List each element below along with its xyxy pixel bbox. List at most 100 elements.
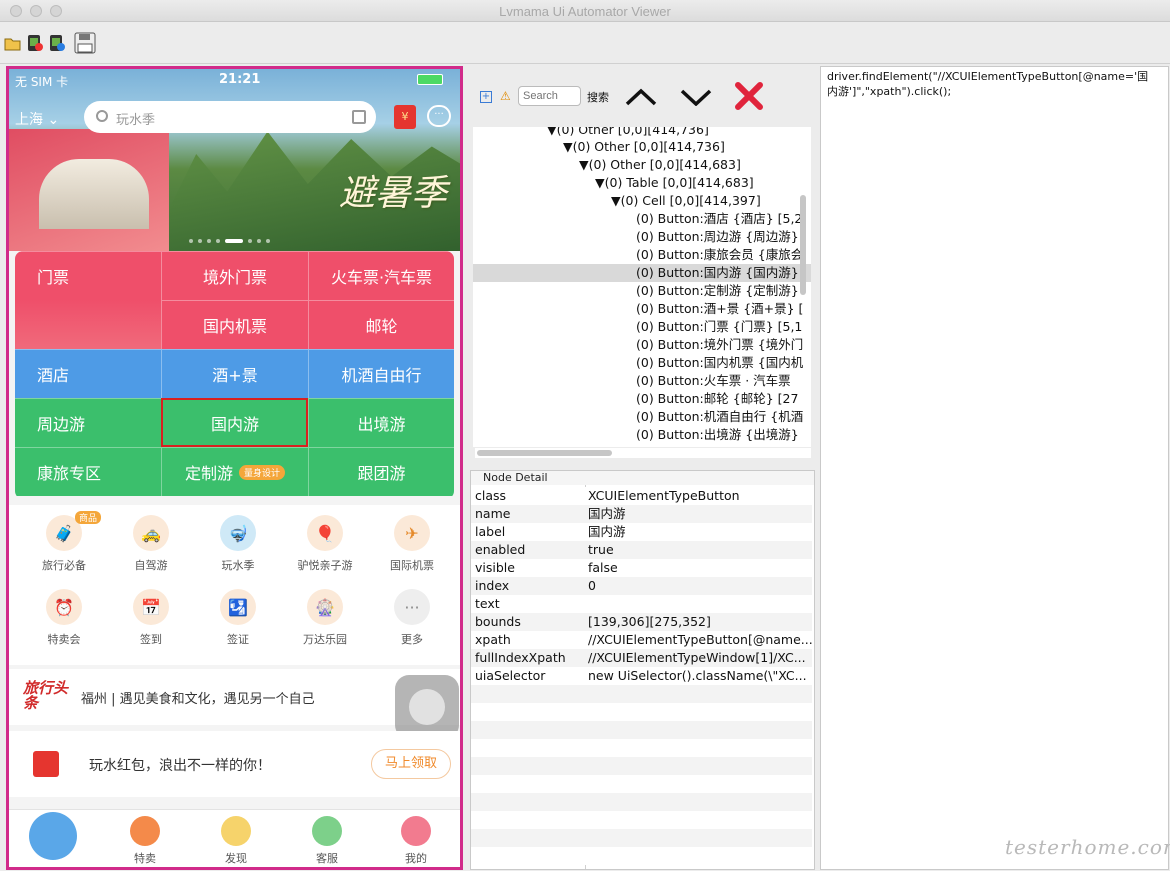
- detail-row[interactable]: [471, 847, 812, 865]
- grid-overseas-ticket[interactable]: 境外门票: [161, 251, 308, 300]
- banner-slogan: 避暑季: [339, 173, 448, 214]
- tree-node-selected[interactable]: (0) Button:国内游 {国内游}: [473, 264, 811, 282]
- tree-horizontal-scrollbar[interactable]: [475, 448, 811, 458]
- node-tree[interactable]: ▼(0) Other [0,0][414,736] ▼(0) Other [0,…: [473, 127, 811, 447]
- detail-row[interactable]: class XCUIElementTypeButton: [471, 487, 812, 505]
- screenshot-icon[interactable]: [26, 34, 44, 52]
- tree-node[interactable]: (0) Button:周边游 {周边游}: [636, 228, 799, 246]
- quick-intl-flight[interactable]: ✈ 国际机票: [372, 515, 452, 573]
- grid-nearby-tour[interactable]: 周边游: [15, 398, 161, 447]
- detail-row[interactable]: [471, 721, 812, 739]
- grid-custom-tour[interactable]: 定制游 量身设计: [161, 447, 308, 496]
- detail-row[interactable]: label 国内游: [471, 523, 812, 541]
- tab-mine[interactable]: 我的: [386, 816, 446, 866]
- quick-visa[interactable]: 🛂 签证: [198, 589, 278, 647]
- detail-row[interactable]: name 国内游: [471, 505, 812, 523]
- tab-home[interactable]: [23, 812, 83, 860]
- grid-hotel-scenic[interactable]: 酒+景: [161, 349, 308, 398]
- tree-node[interactable]: (0) Button:康旅会员 {康旅会: [636, 246, 803, 264]
- grid-domestic-flight[interactable]: 国内机票: [161, 300, 308, 349]
- save-icon[interactable]: [74, 32, 96, 54]
- tree-node[interactable]: (0) Button:邮轮 {邮轮} [27: [636, 390, 798, 408]
- promo-banner[interactable]: 玩水红包，浪出不一样的你！ 马上领取: [9, 731, 460, 797]
- tree-node[interactable]: ▼(0) Table [0,0][414,683]: [595, 174, 754, 192]
- detail-row[interactable]: enabled true: [471, 541, 812, 559]
- tree-search-input[interactable]: [518, 86, 581, 106]
- red-envelope-icon[interactable]: ¥: [394, 105, 416, 129]
- tree-node[interactable]: (0) Button:酒+景 {酒+景} [: [636, 300, 803, 318]
- scan-icon[interactable]: [352, 110, 366, 124]
- banner-dots: [189, 239, 270, 243]
- expand-icon[interactable]: +: [480, 91, 492, 103]
- quick-water-season[interactable]: 🤿 玩水季: [198, 515, 278, 573]
- window-title: Lvmama Ui Automator Viewer: [499, 4, 671, 19]
- city-selector[interactable]: 上海 ⌄: [15, 109, 59, 129]
- detail-row[interactable]: [471, 793, 812, 811]
- detail-row[interactable]: [471, 775, 812, 793]
- quick-checkin[interactable]: 📅 签到: [111, 589, 191, 647]
- quick-self-drive[interactable]: 🚕 自驾游: [111, 515, 191, 573]
- detail-value: //XCUIElementTypeButton[@name...: [588, 632, 813, 647]
- tree-node[interactable]: (0) Button:火车票 · 汽车票: [636, 372, 791, 390]
- grid-outbound-tour[interactable]: 出境游: [308, 398, 454, 447]
- detail-row[interactable]: index 0: [471, 577, 812, 595]
- tree-node[interactable]: (0) Button:机酒自由行 {机酒: [636, 408, 803, 426]
- search-bar[interactable]: 玩水季: [84, 101, 376, 133]
- next-arrow-icon[interactable]: [680, 88, 712, 106]
- open-icon[interactable]: [4, 34, 22, 52]
- grid-health-travel[interactable]: 康旅专区: [15, 447, 161, 496]
- tree-node[interactable]: (0) Button:境外门票 {境外门: [636, 336, 803, 354]
- detail-row[interactable]: bounds [139,306][275,352]: [471, 613, 812, 631]
- code-panel[interactable]: driver.findElement("//XCUIElementTypeBut…: [820, 66, 1169, 870]
- banner[interactable]: 避暑季: [9, 69, 460, 251]
- detail-row[interactable]: [471, 811, 812, 829]
- assistive-touch-button[interactable]: [395, 675, 459, 739]
- detail-row[interactable]: text: [471, 595, 812, 613]
- device-screenshot[interactable]: 避暑季 无 SIM 卡 21:21 上海 ⌄ 玩水季 ¥ ··· 门票 境外门票…: [6, 66, 463, 870]
- tree-node[interactable]: (0) Button:酒店 {酒店} [5,2: [636, 210, 802, 228]
- prev-arrow-icon[interactable]: [625, 88, 657, 106]
- more-icon: ···: [394, 589, 430, 625]
- detail-row[interactable]: [471, 757, 812, 775]
- detail-row[interactable]: [471, 685, 812, 703]
- tab-discover[interactable]: 发现: [206, 816, 266, 866]
- tree-node[interactable]: (0) Button:定制游 {定制游}: [636, 282, 799, 300]
- code-text[interactable]: driver.findElement("//XCUIElementTypeBut…: [827, 69, 1157, 99]
- tree-node[interactable]: (0) Button:出境游 {出境游}: [636, 426, 799, 444]
- grid-train-bus[interactable]: 火车票·汽车票: [308, 251, 454, 300]
- tree-node[interactable]: ▼(0) Other [0,0][414,683]: [579, 156, 741, 174]
- detail-row[interactable]: [471, 739, 812, 757]
- close-icon[interactable]: [734, 81, 764, 111]
- quick-more[interactable]: ··· 更多: [372, 589, 452, 647]
- claim-button[interactable]: 马上领取: [371, 749, 451, 779]
- message-icon[interactable]: ···: [427, 105, 451, 127]
- detail-row[interactable]: xpath //XCUIElementTypeButton[@name...: [471, 631, 813, 649]
- detail-row[interactable]: fullIndexXpath //XCUIElementTypeWindow[1]…: [471, 649, 812, 667]
- tab-sale[interactable]: 特卖: [115, 816, 175, 866]
- grid-hotel[interactable]: 酒店: [15, 349, 161, 398]
- grid-cruise[interactable]: 邮轮: [308, 300, 454, 349]
- detail-row[interactable]: visible false: [471, 559, 812, 577]
- red-envelope-icon: [33, 751, 59, 777]
- travel-headline[interactable]: 旅行头条 福州 | 遇见美食和文化，遇见另一个自己: [9, 669, 460, 725]
- detail-row[interactable]: [471, 829, 812, 847]
- screenshot2-icon[interactable]: [48, 34, 66, 52]
- quick-family-tour[interactable]: 🎈 驴悦亲子游: [285, 515, 365, 573]
- tab-service[interactable]: 客服: [297, 816, 357, 866]
- tree-node[interactable]: (0) Button:门票 {门票} [5,1: [636, 318, 802, 336]
- grid-flight-hotel[interactable]: 机酒自由行: [308, 349, 454, 398]
- tree-vertical-scrollbar[interactable]: [800, 195, 806, 295]
- detail-row[interactable]: [471, 703, 812, 721]
- detail-row[interactable]: uiaSelector new UiSelector().className(\"…: [471, 667, 812, 685]
- tree-node[interactable]: ▼(0) Other [0,0][414,736]: [563, 138, 725, 156]
- detail-key: fullIndexXpath: [475, 650, 566, 665]
- warning-icon[interactable]: ⚠: [500, 89, 511, 103]
- grid-group-tour[interactable]: 跟团游: [308, 447, 454, 496]
- plane-icon: ✈: [394, 515, 430, 551]
- quick-wanda-park[interactable]: 🎡 万达乐园: [285, 589, 365, 647]
- grid-domestic-tour[interactable]: 国内游: [161, 398, 308, 447]
- grid-ticket[interactable]: 门票: [15, 251, 161, 300]
- tree-node[interactable]: (0) Button:国内机票 {国内机: [636, 354, 803, 372]
- tree-node[interactable]: ▼(0) Cell [0,0][414,397]: [611, 192, 761, 210]
- quick-flash-sale[interactable]: ⏰ 特卖会: [24, 589, 104, 647]
